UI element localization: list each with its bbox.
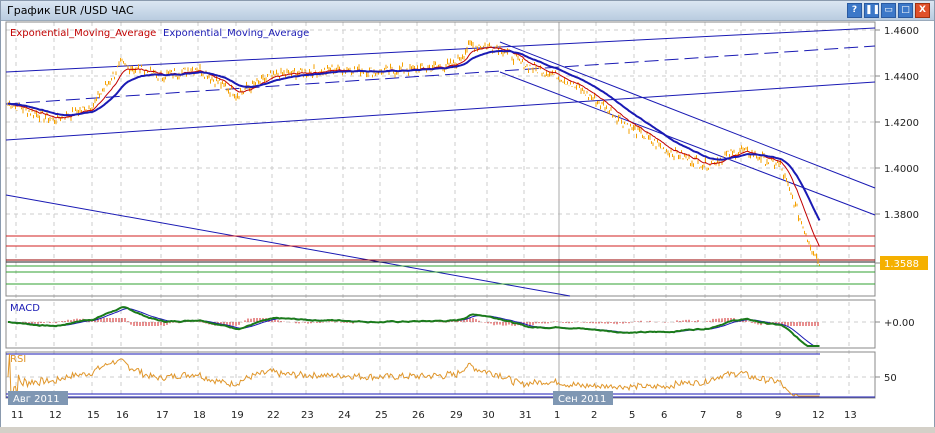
- chart-canvas[interactable]: Exponential_Moving_Average Exponential_M…: [0, 0, 935, 433]
- date-label: 1: [554, 410, 560, 421]
- month-sep-text: Сен 2011: [558, 394, 606, 405]
- month-aug-text: Авг 2011: [13, 394, 60, 405]
- date-label: 19: [231, 410, 244, 421]
- date-label: 31: [519, 410, 532, 421]
- price-axis-label: 1.4400: [884, 72, 919, 83]
- time-axis[interactable]: 11 12 15 16 17 18 19 22 23 24 25 26 29 30 31 1 2 5 6 7 8 9 12 1…: [11, 410, 857, 421]
- date-label: 30: [482, 410, 495, 421]
- date-label: 11: [11, 410, 24, 421]
- price-pane: [5, 21, 876, 297]
- price-axis-label: 1.4600: [884, 26, 919, 37]
- horizontal-levels[interactable]: [6, 235, 875, 285]
- date-label: 9: [775, 410, 781, 421]
- date-label: 2: [591, 410, 597, 421]
- date-label: 25: [375, 410, 388, 421]
- date-label: 24: [338, 410, 351, 421]
- price-axis-label: 1.4000: [884, 164, 919, 175]
- date-label: 29: [450, 410, 463, 421]
- current-price: 1.3588: [884, 259, 919, 270]
- date-label: 26: [412, 410, 425, 421]
- date-label: 22: [267, 410, 280, 421]
- date-label: 5: [629, 410, 635, 421]
- price-axis-label: 1.3800: [884, 210, 919, 221]
- date-label: 17: [156, 410, 169, 421]
- legend-ema-red: Exponential_Moving_Average: [10, 28, 156, 39]
- macd-pane: [5, 299, 876, 349]
- date-label: 18: [193, 410, 206, 421]
- rsi-axis-label: 50: [884, 373, 897, 384]
- date-label: 15: [87, 410, 100, 421]
- date-label: 7: [700, 410, 706, 421]
- macd-label: MACD: [10, 303, 40, 314]
- price-axis[interactable]: 1.4600 1.4400 1.4200 1.4000 1.3800: [875, 26, 919, 221]
- date-label: 8: [736, 410, 742, 421]
- price-axis-label: 1.4200: [884, 118, 919, 129]
- date-label: 12: [49, 410, 62, 421]
- date-label: 23: [301, 410, 314, 421]
- date-label: 16: [116, 410, 129, 421]
- macd-line: [7, 306, 820, 347]
- date-label: 6: [661, 410, 667, 421]
- rsi-label: RSI: [10, 354, 26, 365]
- date-label: 13: [844, 410, 857, 421]
- macd-axis-label: +0.00: [884, 318, 915, 329]
- rsi-line: [7, 353, 820, 397]
- date-label: 12: [812, 410, 825, 421]
- macd-signal-line: [7, 308, 820, 347]
- legend-ema-blue: Exponential_Moving_Average: [163, 28, 309, 39]
